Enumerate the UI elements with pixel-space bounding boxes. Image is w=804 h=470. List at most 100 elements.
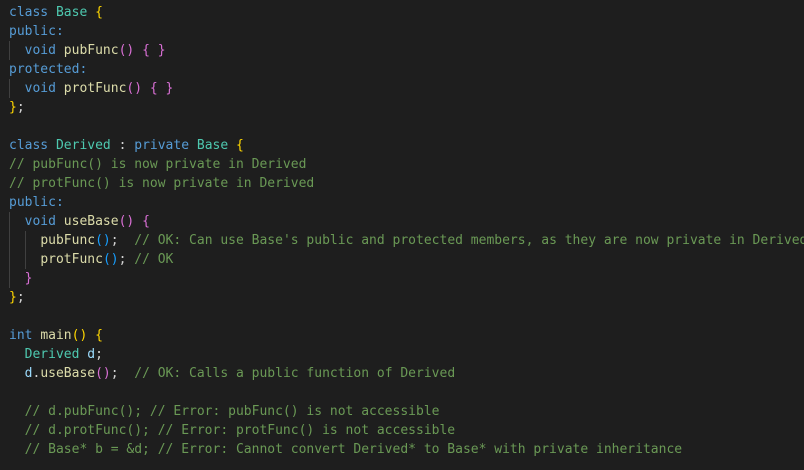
code-line[interactable]: void pubFunc() { } xyxy=(0,41,804,60)
code-token: Base xyxy=(196,138,229,153)
code-line[interactable]: }; xyxy=(0,288,804,307)
code-token: } xyxy=(9,290,17,305)
code-token: { xyxy=(236,138,244,153)
code-token: () xyxy=(95,366,111,381)
code-token: { } xyxy=(142,43,166,58)
code-token: : xyxy=(110,138,135,153)
code-token: // OK: Can use Base's public and protect… xyxy=(134,233,804,248)
code-token: void xyxy=(24,214,56,229)
code-token: ; xyxy=(110,233,135,248)
indent-guide xyxy=(9,269,10,288)
code-token: { xyxy=(95,5,103,20)
code-line[interactable]: } xyxy=(0,269,804,288)
code-token: main xyxy=(40,328,72,343)
code-token: d xyxy=(87,347,96,362)
code-token: ; xyxy=(16,100,25,115)
code-line[interactable] xyxy=(0,307,804,326)
indent-guide xyxy=(9,79,10,98)
code-line[interactable]: Derived d; xyxy=(0,345,804,364)
code-token: () xyxy=(95,233,111,248)
code-line[interactable]: int main() { xyxy=(0,326,804,345)
code-line[interactable]: public: xyxy=(0,193,804,212)
indent-guide xyxy=(9,250,10,269)
code-token: { } xyxy=(149,81,174,96)
code-token: pubFunc xyxy=(40,233,96,248)
code-token: { xyxy=(142,214,150,229)
code-editor[interactable]: class Base {public: void pubFunc() { } pr… xyxy=(0,0,804,470)
code-token: class xyxy=(9,138,56,153)
code-token: // d.pubFunc(); // Error: pubFunc() is n… xyxy=(24,404,440,419)
code-line[interactable] xyxy=(0,383,804,402)
code-token: Base xyxy=(55,5,88,20)
code-token: () xyxy=(118,43,135,58)
code-line[interactable]: void protFunc() { } xyxy=(0,79,804,98)
code-line[interactable]: d.useBase(); // OK: Calls a public funct… xyxy=(0,364,804,383)
code-token: { xyxy=(95,328,103,343)
code-token: public: xyxy=(9,195,64,210)
indent-guide xyxy=(25,231,26,250)
code-token: ; xyxy=(110,366,135,381)
code-line[interactable]: // d.pubFunc(); // Error: pubFunc() is n… xyxy=(0,402,804,421)
code-token: public: xyxy=(9,24,64,39)
code-line[interactable]: // pubFunc() is now private in Derived xyxy=(0,155,804,174)
code-token: Derived xyxy=(24,347,80,362)
code-token: protected: xyxy=(9,62,88,77)
code-token: protFunc xyxy=(63,81,127,96)
code-token: protFunc xyxy=(40,252,103,267)
code-token: } xyxy=(9,100,17,115)
code-token: // OK xyxy=(134,252,174,267)
code-lines[interactable]: class Base {public: void pubFunc() { } pr… xyxy=(0,3,804,459)
code-token: // OK: Calls a public function of Derive… xyxy=(134,366,456,381)
code-line[interactable]: class Derived : private Base { xyxy=(0,136,804,155)
code-token: ; xyxy=(16,290,25,305)
indent-guide xyxy=(9,212,10,231)
code-token: // Base* b = &d; // Error: Cannot conver… xyxy=(24,442,683,457)
code-line[interactable]: }; xyxy=(0,98,804,117)
code-token: ; xyxy=(118,252,135,267)
indent-guide xyxy=(25,250,26,269)
code-line[interactable]: protected: xyxy=(0,60,804,79)
code-line[interactable]: // protFunc() is now private in Derived xyxy=(0,174,804,193)
code-token: () xyxy=(71,328,88,343)
indent-guide xyxy=(9,41,10,60)
code-line[interactable]: // Base* b = &d; // Error: Cannot conver… xyxy=(0,440,804,459)
code-token: useBase xyxy=(63,214,119,229)
code-line[interactable]: protFunc(); // OK xyxy=(0,250,804,269)
code-token: class xyxy=(9,5,56,20)
code-token: void xyxy=(24,81,56,96)
code-token: useBase xyxy=(40,366,96,381)
code-line[interactable]: // d.protFunc(); // Error: protFunc() is… xyxy=(0,421,804,440)
code-line[interactable]: void useBase() { xyxy=(0,212,804,231)
code-line[interactable] xyxy=(0,117,804,136)
code-token: // d.protFunc(); // Error: protFunc() is… xyxy=(24,423,456,438)
code-token: ; xyxy=(95,347,103,362)
code-token: () xyxy=(118,214,135,229)
code-token: } xyxy=(24,271,33,286)
code-token: private xyxy=(134,138,190,153)
code-line[interactable]: class Base { xyxy=(0,3,804,22)
code-token: () xyxy=(126,81,143,96)
code-token: () xyxy=(102,252,119,267)
code-token: pubFunc xyxy=(63,43,119,58)
code-line[interactable]: pubFunc(); // OK: Can use Base's public … xyxy=(0,231,804,250)
code-line[interactable]: public: xyxy=(0,22,804,41)
code-token: // protFunc() is now private in Derived xyxy=(9,176,315,191)
